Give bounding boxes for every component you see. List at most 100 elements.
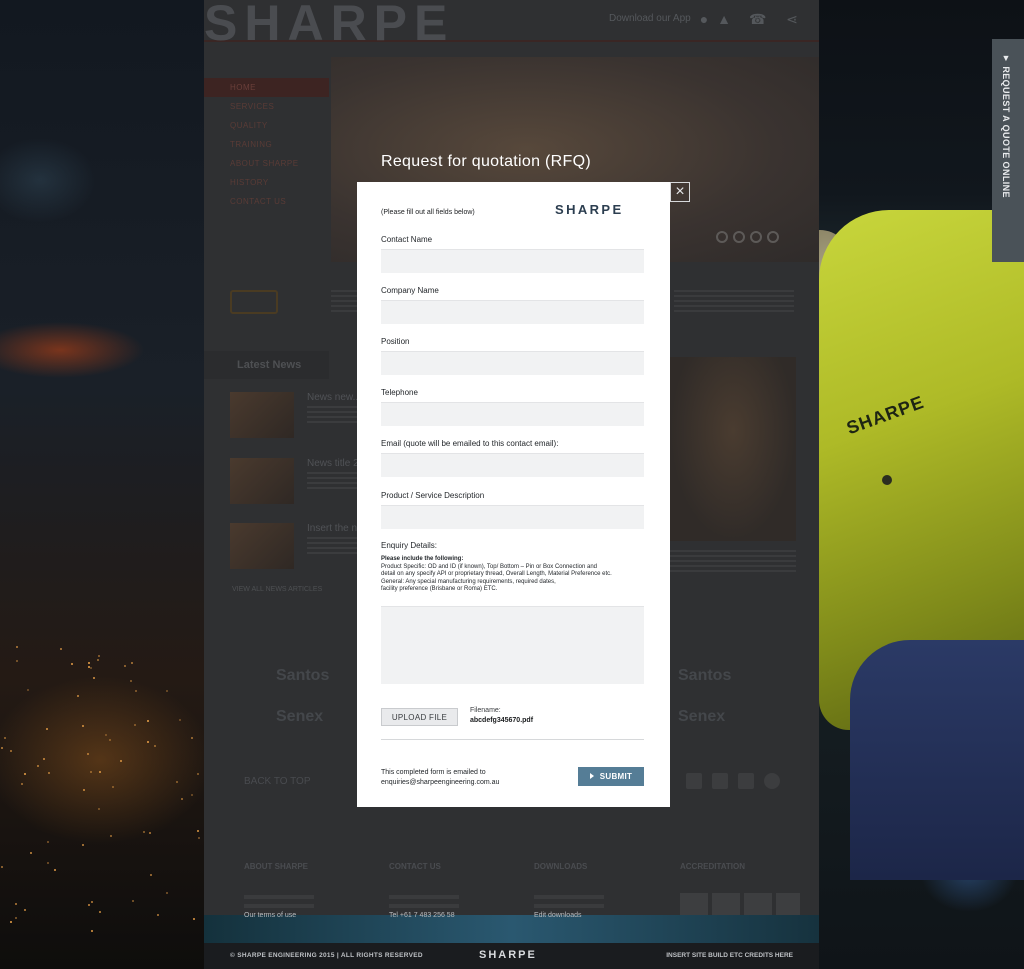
nav-item-training[interactable]: TRAINING	[204, 135, 329, 154]
spark-particle	[24, 909, 26, 911]
nav-item-contact[interactable]: CONTACT US	[204, 192, 329, 211]
spark-particle	[91, 930, 93, 932]
share-icon[interactable]: ⋖	[784, 11, 800, 27]
spark-particle	[15, 917, 17, 919]
spark-particle	[130, 680, 132, 682]
position-input[interactable]	[381, 351, 644, 375]
submit-label: SUBMIT	[599, 772, 633, 781]
spark-particle	[37, 765, 39, 767]
spark-particle	[82, 725, 84, 727]
site-header: SHARPE Download our App ● ▲ ☎ ⋖	[204, 0, 819, 51]
nav-item-quality[interactable]: QUALITY	[204, 116, 329, 135]
spark-particle	[1, 866, 3, 868]
android-icon[interactable]: ▲	[716, 11, 732, 27]
telephone-label: Telephone	[381, 388, 418, 397]
hero-dot[interactable]	[716, 231, 728, 243]
spark-particle	[149, 832, 151, 834]
news-title[interactable]: News title 2	[307, 458, 359, 469]
footer-logo: SHARPE	[479, 949, 537, 961]
view-all-news-link[interactable]: VIEW ALL NEWS ARTICLES	[232, 586, 322, 593]
spark-particle	[97, 659, 99, 661]
spark-particle	[198, 837, 200, 839]
company-name-label: Company Name	[381, 286, 439, 295]
spark-particle	[46, 728, 48, 730]
facebook-icon[interactable]	[712, 773, 728, 789]
latest-news-header: Latest News	[204, 351, 329, 379]
terms-link[interactable]: Our terms of use	[244, 912, 296, 919]
globe-icon[interactable]	[764, 773, 780, 789]
footer-heading-contact: CONTACT US	[389, 862, 441, 871]
hero-pagination	[716, 230, 784, 248]
spark-particle	[10, 921, 12, 923]
apple-icon[interactable]: ●	[696, 11, 712, 27]
nav-item-home[interactable]: HOME	[204, 78, 329, 97]
news-text	[307, 406, 362, 426]
spark-particle	[124, 665, 126, 667]
spark-particle	[166, 690, 168, 692]
close-modal-button[interactable]: ×	[670, 182, 690, 202]
hero-dot[interactable]	[750, 231, 762, 243]
footer-band	[204, 915, 819, 945]
credits-link[interactable]: INSERT SITE BUILD ETC CREDITS HERE	[666, 952, 793, 959]
form-instructions: (Please fill out all fields below)	[381, 209, 475, 216]
phone-icon[interactable]: ☎	[749, 11, 766, 27]
footer-heading-accreditation: ACCREDITATION	[680, 862, 746, 871]
product-description-input[interactable]	[381, 505, 644, 529]
site-logo[interactable]: SHARPE	[204, 0, 454, 52]
filename-label: Filename:	[470, 707, 501, 714]
request-quote-tab-label: ▼ REQUEST A QUOTE ONLINE	[1001, 53, 1011, 198]
news-text	[307, 472, 362, 492]
download-app-link[interactable]: Download our App	[609, 13, 691, 24]
spark-particle	[135, 690, 137, 692]
spark-particle	[83, 789, 85, 791]
spark-particle	[147, 720, 149, 722]
position-label: Position	[381, 337, 410, 346]
news-thumbnail[interactable]	[230, 523, 294, 569]
spark-particle	[197, 773, 199, 775]
news-text	[307, 537, 362, 557]
hero-dot[interactable]	[733, 231, 745, 243]
intro-text	[674, 290, 794, 312]
footer-text	[534, 895, 604, 899]
news-thumbnail[interactable]	[230, 392, 294, 438]
spark-particle	[43, 758, 45, 760]
spark-particle	[191, 737, 193, 739]
youtube-icon[interactable]	[738, 773, 754, 789]
form-divider	[381, 739, 644, 740]
company-name-input[interactable]	[381, 300, 644, 324]
footer-text	[244, 895, 314, 899]
spark-particle	[131, 662, 133, 664]
contact-name-label: Contact Name	[381, 235, 433, 244]
spark-particle	[24, 773, 26, 775]
spark-particle	[179, 719, 181, 721]
hero-dot[interactable]	[767, 231, 779, 243]
footer-text	[389, 904, 459, 908]
arrow-right-icon	[589, 773, 594, 779]
share-icon[interactable]	[686, 773, 702, 789]
request-quote-tab[interactable]: ▼ REQUEST A QUOTE ONLINE	[992, 39, 1024, 262]
enquiry-line: detail on any specify API or proprietary…	[381, 571, 612, 578]
email-note-text: This completed form is emailed to	[381, 769, 486, 776]
modal-title: Request for quotation (RFQ)	[381, 153, 591, 170]
back-to-top-link[interactable]: BACK TO TOP	[244, 776, 311, 787]
rfq-modal: (Please fill out all fields below) SHARP…	[357, 182, 670, 807]
enquiry-line: Product Specific: OD and ID (if known), …	[381, 563, 597, 570]
enquiry-details-textarea[interactable]	[381, 606, 644, 684]
spark-particle	[54, 869, 56, 871]
footer-heading-downloads: DOWNLOADS	[534, 862, 588, 871]
submit-button[interactable]: SUBMIT	[578, 767, 644, 786]
contact-name-input[interactable]	[381, 249, 644, 273]
nav-item-services[interactable]: SERVICES	[204, 97, 329, 116]
nav-item-about[interactable]: ABOUT SHARPE	[204, 154, 329, 173]
downloads-link[interactable]: Edit downloads	[534, 912, 581, 919]
news-thumbnail[interactable]	[230, 458, 294, 504]
spark-particle	[71, 663, 73, 665]
nav-item-history[interactable]: HISTORY	[204, 173, 329, 192]
spark-particle	[98, 655, 100, 657]
news-title[interactable]: News new...	[307, 392, 361, 403]
partner-logo-santos: Santos	[276, 667, 330, 684]
upload-file-button[interactable]: UPLOAD FILE	[381, 708, 458, 726]
email-input[interactable]	[381, 453, 644, 477]
feature-text	[670, 550, 796, 572]
telephone-input[interactable]	[381, 402, 644, 426]
